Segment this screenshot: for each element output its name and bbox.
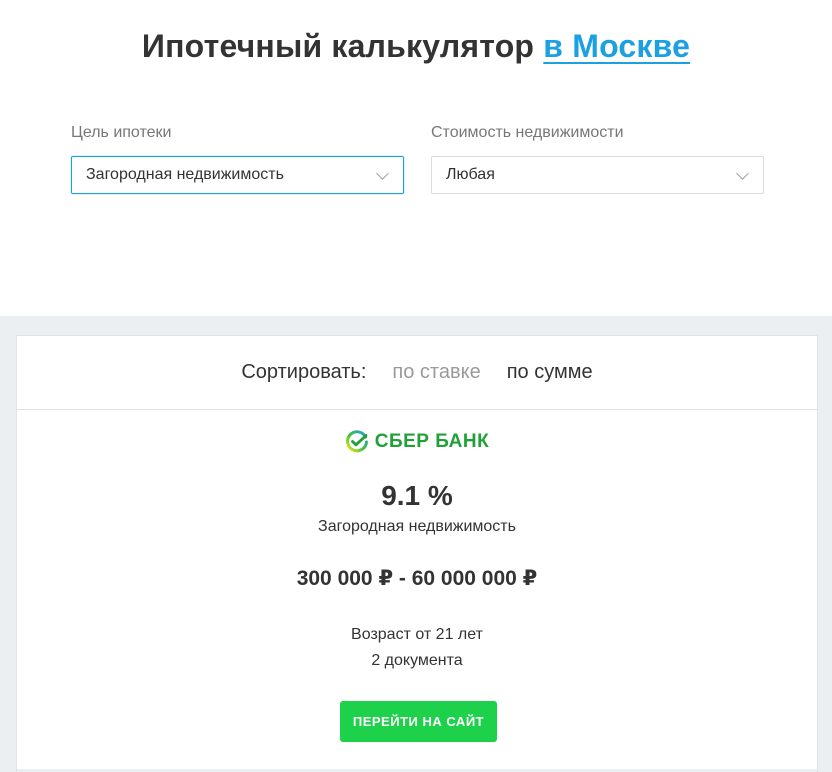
purpose-field: Цель ипотеки Загородная недвижимость [71,124,404,194]
bank-logo: СБЕР БАНК [17,430,817,454]
sort-by-amount[interactable]: по сумме [507,361,593,384]
offer-card: СБЕР БАНК 9.1 % Загородная недвижимость … [16,410,818,772]
sber-logo-icon [345,430,368,453]
cost-label: Стоимость недвижимости [431,124,624,141]
chevron-down-icon [736,167,749,180]
sort-label: Сортировать: [241,361,367,383]
purpose-select-value: Загородная недвижимость [86,166,284,183]
cost-field: Стоимость недвижимости Любая [431,124,764,194]
go-to-site-button[interactable]: ПЕРЕЙТИ НА САЙТ [340,701,497,742]
amount-range: 300 000 ₽ - 60 000 000 ₽ [296,567,538,590]
cost-select-value: Любая [446,166,495,183]
requirement-age: Возраст от 21 лет [351,626,483,643]
bank-name: СБЕР БАНК [374,431,490,452]
sort-bar: Сортировать: по ставке по сумме [16,335,818,410]
chevron-down-icon [376,167,389,180]
header-section: Ипотечный калькулятор в Москве Цель ипот… [0,0,832,316]
purpose-select[interactable]: Загородная недвижимость [71,156,404,194]
purpose-label: Цель ипотеки [71,124,172,141]
offer-purpose: Загородная недвижимость [318,518,516,535]
sort-by-rate[interactable]: по ставке [392,361,480,384]
interest-rate: 9.1 % [381,480,453,511]
requirement-documents: 2 документа [371,652,463,669]
city-link[interactable]: в Москве [543,28,690,64]
page-title-main: Ипотечный калькулятор [141,28,535,64]
cost-select[interactable]: Любая [431,156,764,194]
page-title: Ипотечный калькулятор в Москве [0,28,832,65]
results-section: Сортировать: по ставке по сумме СБЕР БАН… [0,316,832,772]
